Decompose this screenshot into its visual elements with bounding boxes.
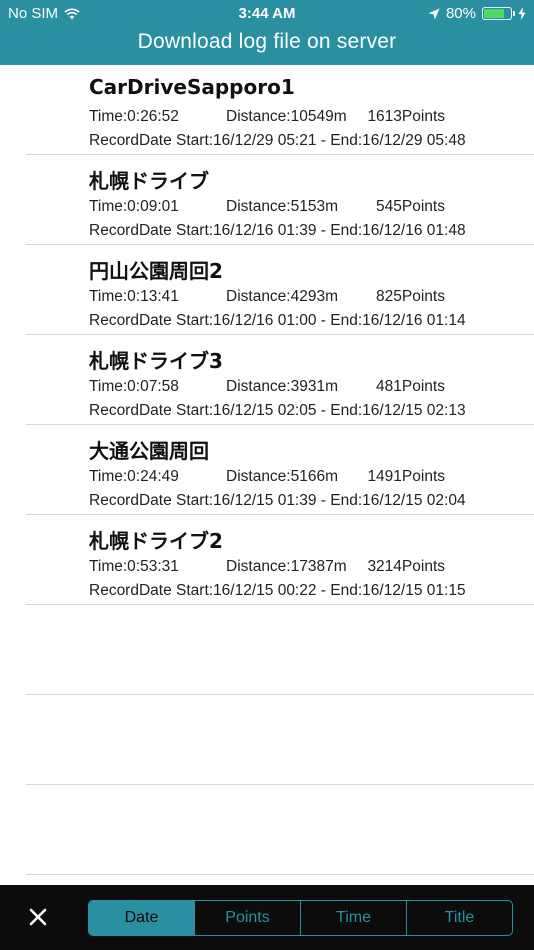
- log-record-date: RecordDate Start:16/12/16 01:00 - End:16…: [89, 312, 466, 329]
- empty-row: [26, 605, 534, 695]
- log-distance: Distance:5166m: [226, 468, 339, 485]
- log-title: 大通公園周回: [89, 439, 209, 463]
- page-title: Download log file on server: [137, 30, 397, 53]
- log-record-date: RecordDate Start:16/12/15 01:39 - End:16…: [89, 492, 466, 509]
- battery-icon: [482, 7, 515, 20]
- sort-points-segment[interactable]: Points: [194, 901, 300, 935]
- log-record-date: RecordDate Start:16/12/15 02:05 - End:16…: [89, 402, 466, 419]
- log-title: 札幌ドライブ: [89, 169, 209, 193]
- log-time: Time:0:53:31: [89, 558, 179, 575]
- log-time: Time:0:07:58: [89, 378, 179, 395]
- log-record-date: RecordDate Start:16/12/16 01:39 - End:16…: [89, 222, 466, 239]
- log-row[interactable]: CarDriveSapporo1 Time:0:26:52 Distance:1…: [26, 65, 534, 155]
- close-icon[interactable]: [24, 903, 52, 931]
- log-distance: Distance:3931m: [226, 378, 339, 395]
- log-points: 3214Points: [367, 558, 445, 575]
- sort-segmented-control: Date Points Time Title: [88, 900, 513, 936]
- log-row[interactable]: 大通公園周回 Time:0:24:49 Distance:5166m 1491P…: [26, 425, 534, 515]
- log-row[interactable]: 札幌ドライブ3 Time:0:07:58 Distance:3931m 481P…: [26, 335, 534, 425]
- log-distance: Distance:10549m: [226, 108, 347, 125]
- location-arrow-icon: [428, 8, 440, 19]
- log-points: 825Points: [376, 288, 445, 305]
- sort-title-segment[interactable]: Title: [406, 901, 512, 935]
- header-bar: No SIM 3:44 AM 80% Download log file on …: [0, 0, 534, 65]
- log-record-date: RecordDate Start:16/12/29 05:21 - End:16…: [89, 132, 466, 149]
- log-row[interactable]: 札幌ドライブ Time:0:09:01 Distance:5153m 545Po…: [26, 155, 534, 245]
- sort-time-segment[interactable]: Time: [300, 901, 406, 935]
- log-title: 札幌ドライブ3: [89, 349, 223, 373]
- log-title: CarDriveSapporo1: [89, 75, 295, 99]
- empty-row: [26, 695, 534, 785]
- log-time: Time:0:13:41: [89, 288, 179, 305]
- status-bar: No SIM 3:44 AM 80%: [0, 0, 534, 28]
- log-distance: Distance:4293m: [226, 288, 339, 305]
- log-time: Time:0:26:52: [89, 108, 179, 125]
- log-points: 1491Points: [367, 468, 445, 485]
- log-title: 札幌ドライブ2: [89, 529, 223, 553]
- sort-date-segment[interactable]: Date: [89, 901, 194, 935]
- log-title: 円山公園周回2: [89, 259, 223, 283]
- log-row[interactable]: 札幌ドライブ2 Time:0:53:31 Distance:17387m 321…: [26, 515, 534, 605]
- battery-fill: [484, 9, 505, 18]
- log-row[interactable]: 円山公園周回2 Time:0:13:41 Distance:4293m 825P…: [26, 245, 534, 335]
- log-time: Time:0:24:49: [89, 468, 179, 485]
- log-time: Time:0:09:01: [89, 198, 179, 215]
- charging-bolt-icon: [518, 7, 526, 20]
- battery-percent: 80%: [445, 5, 476, 22]
- log-distance: Distance:5153m: [226, 198, 339, 215]
- log-points: 1613Points: [367, 108, 445, 125]
- log-points: 545Points: [376, 198, 445, 215]
- log-record-date: RecordDate Start:16/12/15 00:22 - End:16…: [89, 582, 466, 599]
- bottom-toolbar: Date Points Time Title: [0, 885, 534, 950]
- status-right: 80%: [428, 5, 526, 22]
- log-distance: Distance:17387m: [226, 558, 347, 575]
- log-points: 481Points: [376, 378, 445, 395]
- battery-cap: [513, 11, 515, 16]
- log-list: CarDriveSapporo1 Time:0:26:52 Distance:1…: [0, 65, 534, 875]
- empty-row: [26, 785, 534, 875]
